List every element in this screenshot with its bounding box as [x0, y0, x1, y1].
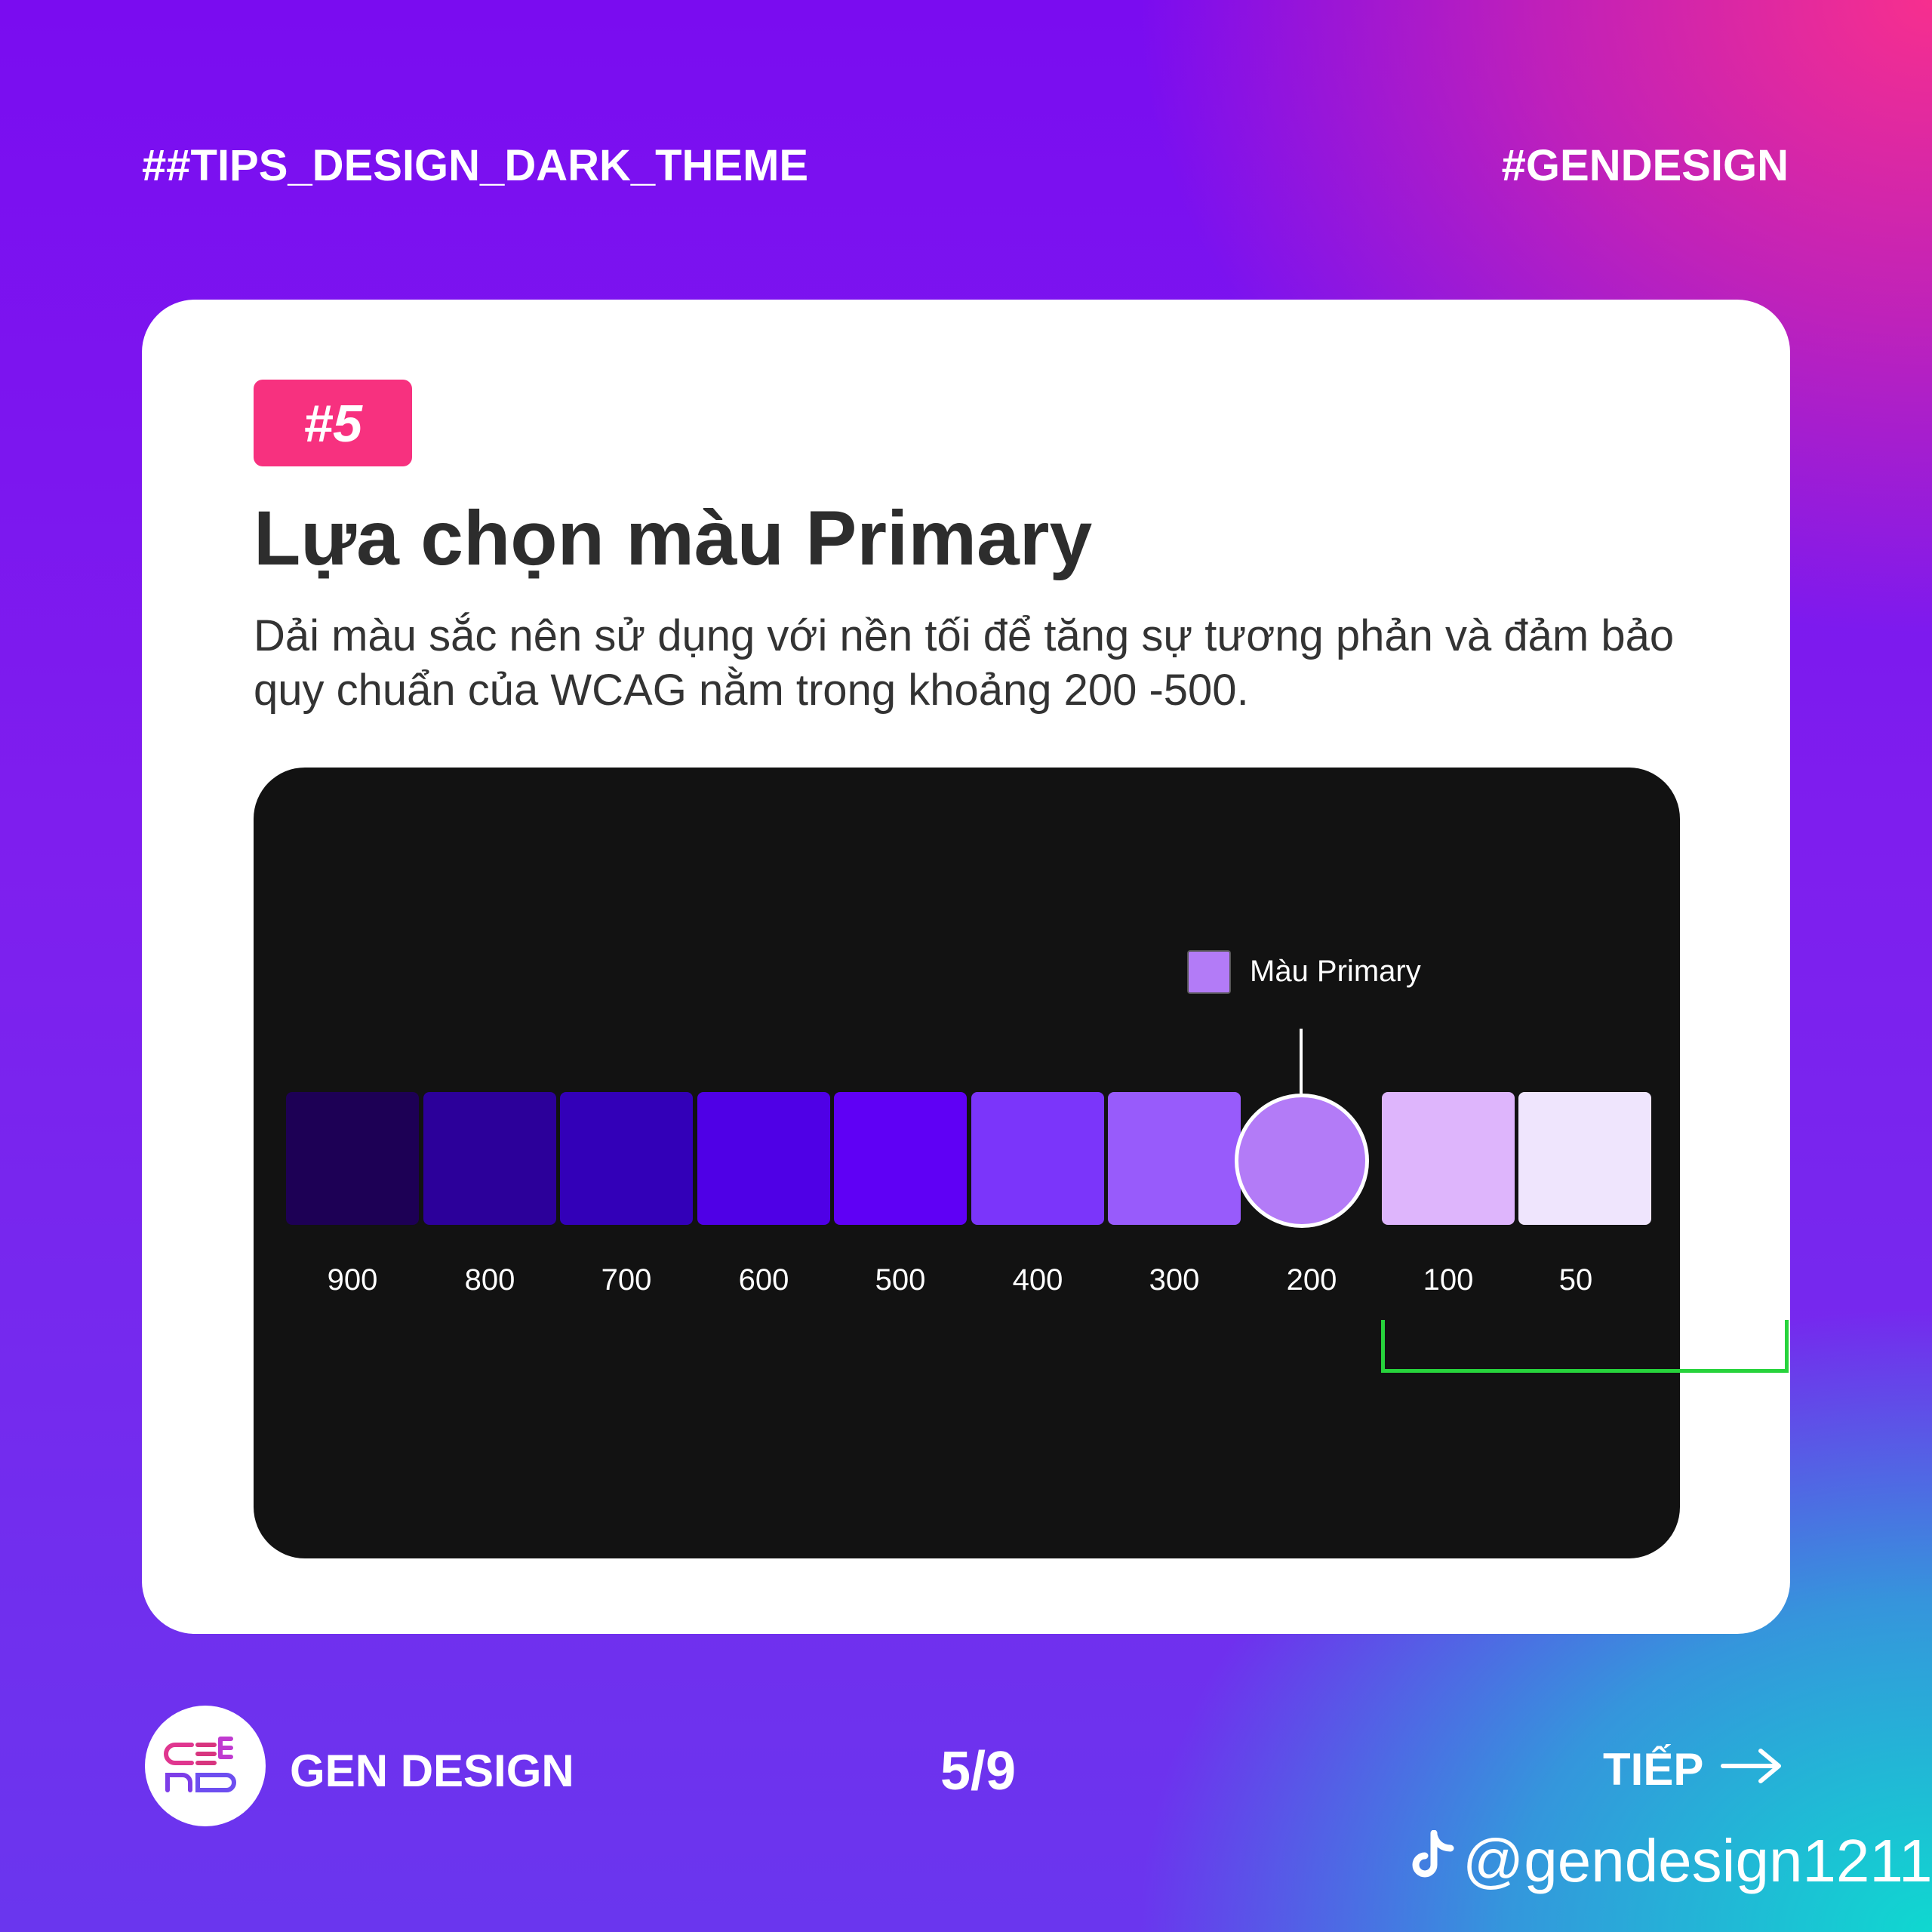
swatch-label: 500 [875, 1263, 926, 1297]
swatch-300 [1108, 1092, 1241, 1225]
page-indicator: 5/9 [940, 1741, 1017, 1801]
primary-legend-label: Màu Primary [1250, 955, 1421, 988]
primary-pointer-line [1300, 1029, 1303, 1094]
swatch-400 [971, 1092, 1104, 1225]
brand-hashtag: #GENDESIGN [1501, 141, 1789, 190]
recommended-range-bracket [1381, 1320, 1789, 1373]
swatch-200-selected [1235, 1094, 1369, 1228]
swatch-label: 200 [1286, 1263, 1337, 1297]
brand-name: GEN DESIGN [290, 1746, 574, 1796]
series-hashtag: ##TIPS_DESIGN_DARK_THEME [142, 141, 809, 190]
palette-panel: Màu Primary 900 800 700 600 500 400 300 … [254, 768, 1789, 1558]
arrow-right-icon [1720, 1743, 1783, 1795]
next-label: TIẾP [1603, 1744, 1704, 1795]
swatch-100 [1382, 1092, 1515, 1225]
swatch-700 [560, 1092, 693, 1225]
card-description: Dải màu sắc nên sử dụng với nền tối để t… [254, 611, 1675, 715]
swatch-label: 400 [1012, 1263, 1063, 1297]
swatch-label: 50 [1558, 1263, 1593, 1297]
swatch-600 [697, 1092, 830, 1225]
swatch-label: 300 [1149, 1263, 1200, 1297]
card-title: Lựa chọn màu Primary [254, 495, 1093, 581]
swatch-label: 800 [464, 1263, 515, 1297]
tip-number-badge: #5 [254, 380, 412, 466]
swatch-50 [1518, 1092, 1651, 1225]
handle-text: @gendesign1211 [1463, 1827, 1932, 1894]
swatch-label: 100 [1423, 1263, 1474, 1297]
swatch-900 [286, 1092, 419, 1225]
primary-legend-swatch [1187, 950, 1231, 994]
swatch-label: 600 [738, 1263, 789, 1297]
swatch-label: 900 [327, 1263, 378, 1297]
tiktok-icon [1411, 1826, 1457, 1896]
tiktok-handle: @gendesign1211 [1411, 1826, 1932, 1896]
swatch-label: 700 [601, 1263, 652, 1297]
next-button[interactable]: TIẾP [1603, 1743, 1783, 1795]
gen-design-logo [145, 1706, 266, 1826]
swatch-500 [834, 1092, 967, 1225]
content-card: #5 Lựa chọn màu Primary Dải màu sắc nên … [142, 300, 1790, 1634]
swatch-800 [423, 1092, 556, 1225]
